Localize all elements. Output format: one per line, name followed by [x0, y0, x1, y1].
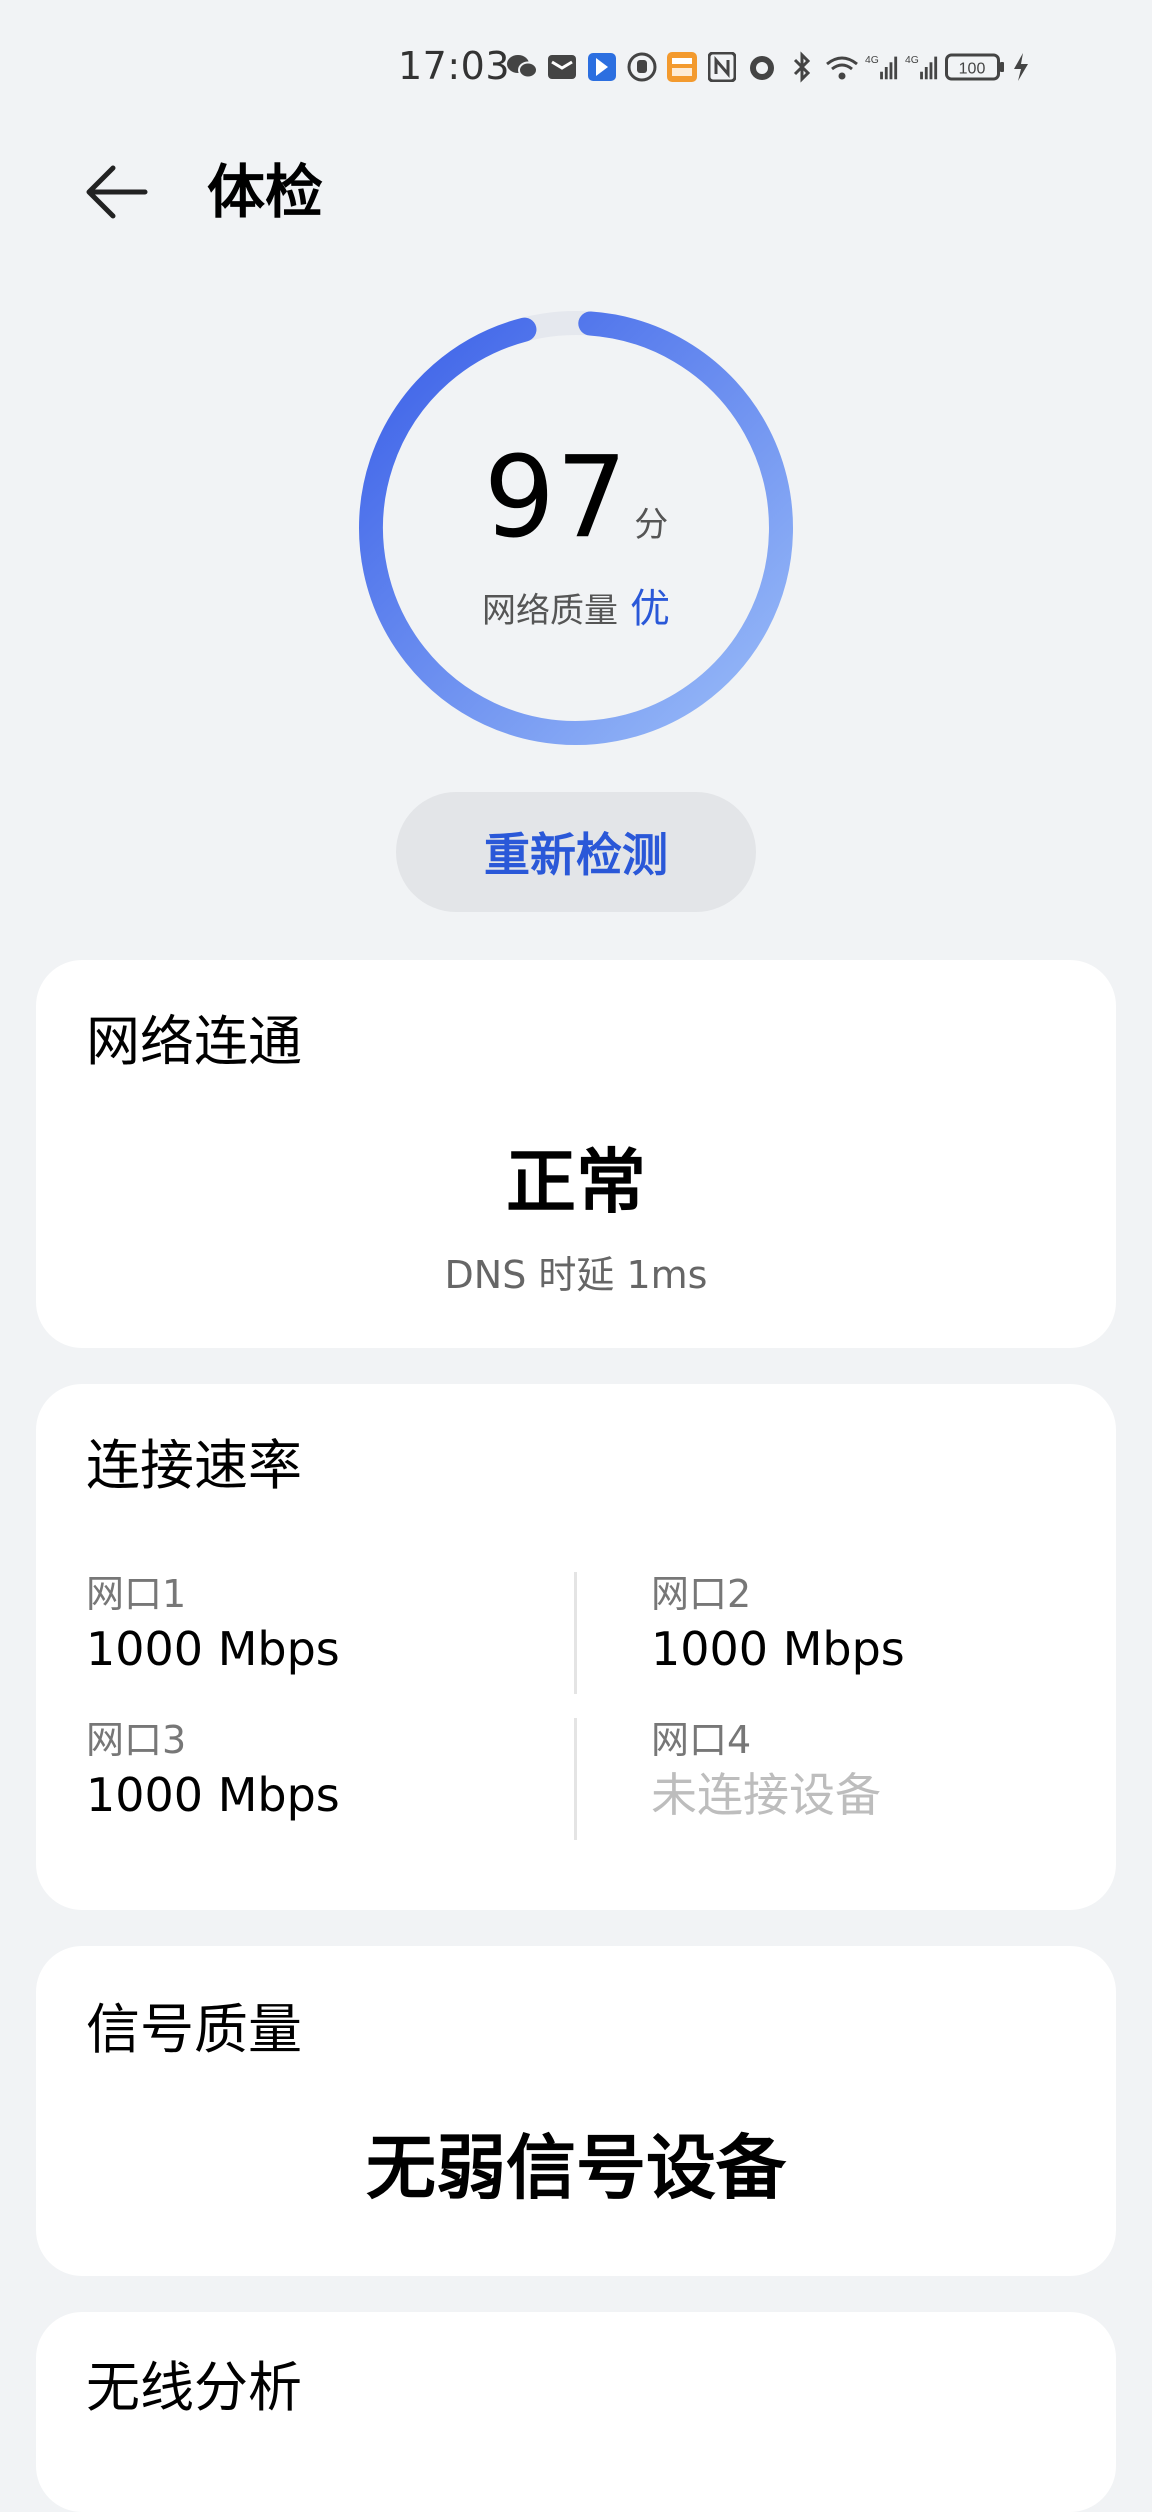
score-gauge: 97 分 网络质量优 — [358, 310, 794, 746]
port-label: 网口4 — [651, 1718, 752, 1762]
signal-quality-title: 信号质量 — [86, 1998, 302, 2061]
svg-text:100: 100 — [959, 61, 986, 78]
quality-label: 网络质量 — [482, 591, 618, 631]
network-quality: 网络质量优 — [358, 576, 794, 634]
wifi-6-icon — [825, 50, 859, 84]
column-divider — [574, 1718, 577, 1840]
svg-text:4G: 4G — [905, 55, 919, 66]
bookmark-icon — [585, 50, 619, 84]
signal-quality-card[interactable]: 信号质量 无弱信号设备 — [36, 1946, 1116, 2276]
connectivity-status: 正常 — [506, 1141, 646, 1223]
hand-icon — [625, 50, 659, 84]
svg-text:4G: 4G — [865, 55, 879, 66]
wireless-analysis-title: 无线分析 — [86, 2356, 302, 2419]
port-2: 网口2 1000 Mbps — [651, 1568, 1091, 1678]
link-rate-title: 连接速率 — [86, 1434, 302, 1497]
score-unit: 分 — [634, 505, 669, 545]
port-label: 网口3 — [86, 1718, 187, 1762]
wireless-analysis-card[interactable]: 无线分析 — [36, 2312, 1116, 2512]
back-button[interactable] — [80, 160, 152, 224]
port-speed: 1000 Mbps — [651, 1622, 905, 1676]
arrow-left-icon — [86, 165, 148, 219]
port-speed: 1000 Mbps — [86, 1768, 340, 1822]
wechat-icon — [505, 50, 539, 84]
mail-icon — [545, 50, 579, 84]
port-3: 网口3 1000 Mbps — [86, 1714, 526, 1824]
link-rate-card[interactable]: 连接速率 网口1 1000 Mbps 网口2 1000 Mbps 网口3 100… — [36, 1384, 1116, 1910]
charging-icon — [1011, 50, 1031, 84]
port-speed: 1000 Mbps — [86, 1622, 340, 1676]
page-title: 体检 — [207, 158, 324, 226]
nfc-icon — [705, 50, 739, 84]
signal-4g-icon: 4G — [905, 50, 939, 84]
port-label: 网口2 — [651, 1572, 752, 1616]
battery-icon: 100 — [945, 50, 1005, 84]
port-4: 网口4 未连接设备 — [651, 1714, 1091, 1824]
lock-icon — [745, 50, 779, 84]
score-display: 97 分 — [358, 442, 794, 554]
quality-grade: 优 — [630, 586, 670, 632]
app-header: 体检 — [0, 150, 1152, 234]
status-time: 17:03 — [398, 44, 511, 88]
signal-quality-status: 无弱信号设备 — [366, 2127, 786, 2209]
signal-4g-icon: 4G — [865, 50, 899, 84]
dns-latency: DNS 时延 1ms — [444, 1253, 708, 1297]
app-badge-icon — [665, 50, 699, 84]
retest-button[interactable]: 重新检测 — [396, 792, 756, 912]
port-label: 网口1 — [86, 1572, 187, 1616]
status-bar: 17:03 4G 4G 100 — [0, 0, 1152, 132]
bluetooth-icon — [785, 50, 819, 84]
column-divider — [574, 1572, 577, 1694]
status-icons: 4G 4G 100 — [505, 47, 1031, 87]
connectivity-card[interactable]: 网络连通 正常 DNS 时延 1ms — [36, 960, 1116, 1348]
score-value: 97 — [483, 433, 629, 563]
port-1: 网口1 1000 Mbps — [86, 1568, 526, 1678]
port-speed: 未连接设备 — [651, 1768, 881, 1822]
connectivity-title: 网络连通 — [86, 1010, 302, 1073]
